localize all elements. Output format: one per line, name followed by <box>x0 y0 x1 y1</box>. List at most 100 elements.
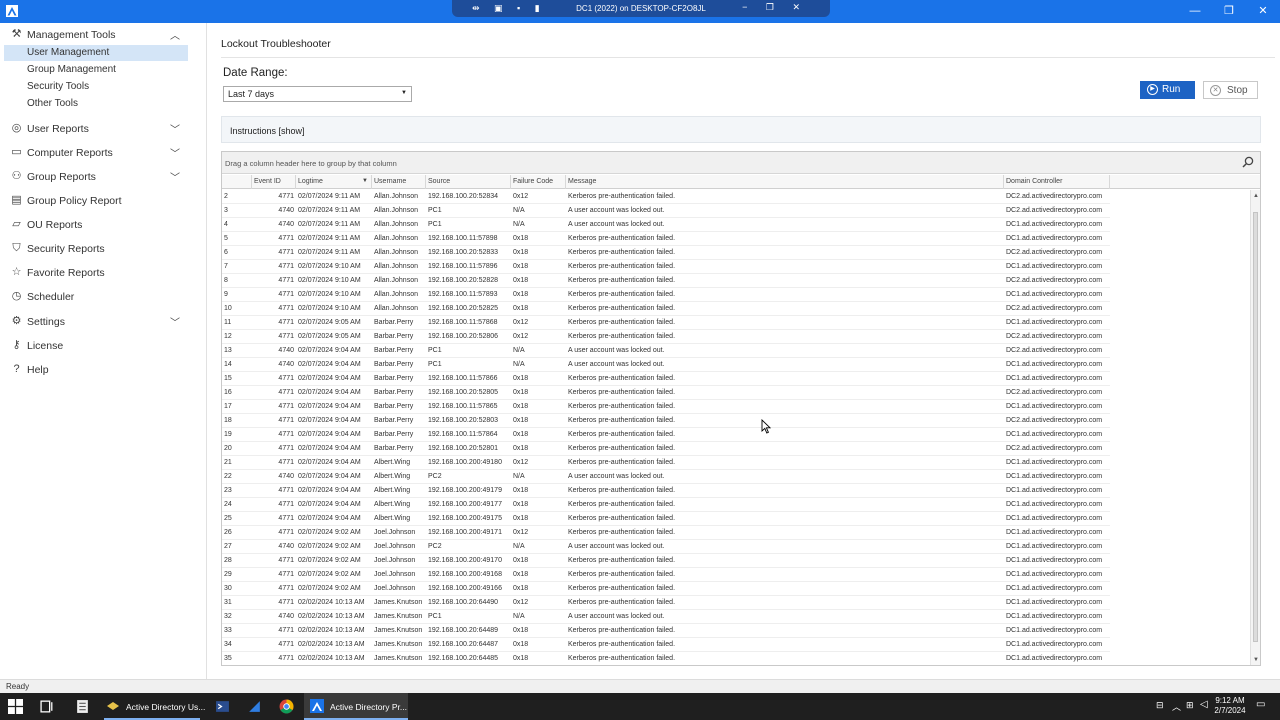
ethernet-icon[interactable]: ⊞ <box>1186 700 1194 711</box>
taskbar-active-directory-pro[interactable]: Active Directory Pr... <box>304 693 408 720</box>
table-row[interactable]: 7 4771 02/07/2024 9:10 AM Allan.Johnson 192.… <box>222 260 1110 274</box>
table-row[interactable]: 26 4771 02/07/2024 9:02 AM Joel.Johnson 192.… <box>222 526 1110 540</box>
table-row[interactable]: 25 4771 02/07/2024 9:04 AM Albert.Wing 192.1… <box>222 512 1110 526</box>
table-row[interactable]: 31 4771 02/02/2024 10:13 AM James.Knutson 19… <box>222 596 1110 610</box>
cell-row-number: 28 <box>224 557 232 564</box>
table-row[interactable]: 29 4771 02/07/2024 9:02 AM Joel.Johnson 192.… <box>222 568 1110 582</box>
nav-user-reports[interactable]: ◎ User Reports ﹀ <box>0 117 195 141</box>
group-by-panel[interactable]: Drag a column header here to group by th… <box>222 152 1260 174</box>
nav-management-tools[interactable]: ⚒ Management Tools ︿ <box>0 23 195 47</box>
taskbar-powershell[interactable] <box>210 693 236 720</box>
maximize-button[interactable]: ❐ <box>1212 0 1246 23</box>
table-row[interactable]: 23 4771 02/07/2024 9:04 AM Albert.Wing 192.1… <box>222 484 1110 498</box>
instructions-panel[interactable]: Instructions [show] <box>221 116 1261 143</box>
table-row[interactable]: 14 4740 02/07/2024 9:04 AM Barbar.Perry PC1 N… <box>222 358 1110 372</box>
run-button[interactable]: ▶ Run <box>1140 81 1195 99</box>
task-view-button[interactable] <box>34 693 62 720</box>
nav-computer-reports[interactable]: ▭ Computer Reports ﹀ <box>0 141 195 165</box>
vertical-scrollbar[interactable]: ▲ ▼ <box>1250 190 1260 665</box>
minimize-button[interactable]: — <box>1178 0 1212 23</box>
table-row[interactable]: 19 4771 02/07/2024 9:04 AM Barbar.Perry 192.… <box>222 428 1110 442</box>
cell-message: Kerberos pre-authentication failed. <box>568 277 676 284</box>
table-row[interactable]: 22 4740 02/07/2024 9:04 AM Albert.Wing PC2 N/… <box>222 470 1110 484</box>
table-row[interactable]: 24 4771 02/07/2024 9:04 AM Albert.Wing 192.1… <box>222 498 1110 512</box>
taskbar-server-manager[interactable] <box>242 693 268 720</box>
header-event-id[interactable]: Event ID <box>252 175 296 189</box>
table-row[interactable]: 21 4771 02/07/2024 9:04 AM Albert.Wing 192.1… <box>222 456 1110 470</box>
table-row[interactable]: 9 4771 02/07/2024 9:10 AM Allan.Johnson 192.… <box>222 288 1110 302</box>
scrollbar-thumb[interactable] <box>1253 212 1258 642</box>
clock[interactable]: 9:12 AM 2/7/2024 <box>1208 696 1252 716</box>
chevron-down-icon[interactable]: ﹀ <box>170 121 180 136</box>
table-row[interactable]: 3 4740 02/07/2024 9:11 AM Allan.Johnson PC1 N… <box>222 204 1110 218</box>
table-row[interactable]: 20 4771 02/07/2024 9:04 AM Barbar.Perry 192.… <box>222 442 1110 456</box>
table-row[interactable]: 35 4771 02/02/2024 10:13 AM James.Knutson 19… <box>222 652 1110 665</box>
cell-event-id: 4771 <box>278 571 294 578</box>
table-row[interactable]: 28 4771 02/07/2024 9:02 AM Joel.Johnson 192.… <box>222 554 1110 568</box>
close-button[interactable]: ✕ <box>1246 0 1280 23</box>
nav-license[interactable]: ⚷ License <box>0 334 195 358</box>
table-row[interactable]: 15 4771 02/07/2024 9:04 AM Barbar.Perry 192.… <box>222 372 1110 386</box>
nav-ou-reports[interactable]: ▱ OU Reports <box>0 213 195 237</box>
chevron-down-icon[interactable]: ﹀ <box>170 169 180 184</box>
table-row[interactable]: 32 4740 02/02/2024 10:13 AM James.Knutson PC… <box>222 610 1110 624</box>
network-tray-icon[interactable]: ⊟ <box>1156 700 1164 711</box>
stop-button[interactable]: ✕ Stop <box>1203 81 1258 99</box>
cell-source: PC2 <box>428 473 442 480</box>
table-row[interactable]: 33 4771 02/02/2024 10:13 AM James.Knutson 19… <box>222 624 1110 638</box>
header-failure-code[interactable]: Failure Code <box>511 175 566 189</box>
table-row[interactable]: 18 4771 02/07/2024 9:04 AM Barbar.Perry 192.… <box>222 414 1110 428</box>
table-row[interactable]: 34 4771 02/02/2024 10:13 AM James.Knutson 19… <box>222 638 1110 652</box>
notification-icon[interactable]: ▭ <box>1256 699 1265 710</box>
nav-label: Group Reports <box>27 171 96 183</box>
header-source[interactable]: Source <box>426 175 511 189</box>
table-row[interactable]: 6 4771 02/07/2024 9:11 AM Allan.Johnson 192.… <box>222 246 1110 260</box>
table-row[interactable]: 27 4740 02/07/2024 9:02 AM Joel.Johnson PC2 N… <box>222 540 1110 554</box>
table-row[interactable]: 5 4771 02/07/2024 9:11 AM Allan.Johnson 192.… <box>222 232 1110 246</box>
date-range-select[interactable]: Last 7 days ▼ <box>223 86 412 102</box>
show-hidden-icon[interactable]: ︿ <box>1172 700 1181 713</box>
nav-group-policy-report[interactable]: ▤ Group Policy Report <box>0 189 195 213</box>
nav-group-reports[interactable]: ⚇ Group Reports ﹀ <box>0 165 195 189</box>
cell-logtime: 02/07/2024 9:02 AM <box>298 529 361 536</box>
nav-settings[interactable]: ⚙ Settings ﹀ <box>0 310 195 334</box>
scroll-up-icon[interactable]: ▲ <box>1253 193 1259 199</box>
chevron-down-icon[interactable]: ﹀ <box>170 145 180 160</box>
header-logtime[interactable]: Logtime ▼ <box>296 175 372 189</box>
taskbar-active-directory-users[interactable]: Active Directory Us... <box>100 693 205 720</box>
chevron-down-icon[interactable]: ﹀ <box>170 314 180 329</box>
table-row[interactable]: 17 4771 02/07/2024 9:04 AM Barbar.Perry 192.… <box>222 400 1110 414</box>
volume-icon[interactable]: ◁ <box>1200 699 1208 710</box>
header-domain-controller[interactable]: Domain Controller <box>1004 175 1110 189</box>
cell-row-number: 10 <box>224 305 232 312</box>
start-button[interactable] <box>0 693 30 720</box>
nav-help[interactable]: ? Help <box>0 358 195 382</box>
nav-security-reports[interactable]: ⛉ Security Reports <box>0 237 195 261</box>
taskbar-chrome[interactable] <box>274 693 300 720</box>
table-row[interactable]: 30 4771 02/07/2024 9:02 AM Joel.Johnson 192.… <box>222 582 1110 596</box>
table-row[interactable]: 16 4771 02/07/2024 9:04 AM Barbar.Perry 192.… <box>222 386 1110 400</box>
sub-item-group-management[interactable]: Group Management <box>4 62 188 78</box>
remote-window-controls[interactable]: − ❐ ✕ <box>742 2 808 13</box>
cell-event-id: 4771 <box>278 375 294 382</box>
table-row[interactable]: 10 4771 02/07/2024 9:10 AM Allan.Johnson 192… <box>222 302 1110 316</box>
taskbar-notepad[interactable] <box>68 693 98 720</box>
header-username[interactable]: Username <box>372 175 426 189</box>
scroll-down-icon[interactable]: ▼ <box>1253 657 1259 663</box>
table-row[interactable]: 8 4771 02/07/2024 9:10 AM Allan.Johnson 192.… <box>222 274 1110 288</box>
search-icon[interactable] <box>1242 156 1254 168</box>
sub-item-security-tools[interactable]: Security Tools <box>4 79 188 95</box>
sub-item-user-management[interactable]: User Management <box>4 45 188 61</box>
nav-favorite-reports[interactable]: ☆ Favorite Reports <box>0 261 195 285</box>
instructions-toggle[interactable]: Instructions [show] <box>230 126 305 136</box>
cell-logtime: 02/07/2024 9:02 AM <box>298 557 361 564</box>
chevron-up-icon[interactable]: ︿ <box>170 27 180 42</box>
nav-scheduler[interactable]: ◷ Scheduler <box>0 285 195 309</box>
table-row[interactable]: 13 4740 02/07/2024 9:04 AM Barbar.Perry PC1 N… <box>222 344 1110 358</box>
table-row[interactable]: 2 4771 02/07/2024 9:11 AM Allan.Johnson 192.… <box>222 190 1110 204</box>
table-row[interactable]: 12 4771 02/07/2024 9:05 AM Barbar.Perry 192.… <box>222 330 1110 344</box>
sub-item-other-tools[interactable]: Other Tools <box>4 96 188 112</box>
table-row[interactable]: 11 4771 02/07/2024 9:05 AM Barbar.Perry 192.… <box>222 316 1110 330</box>
table-row[interactable]: 4 4740 02/07/2024 9:11 AM Allan.Johnson PC1 N… <box>222 218 1110 232</box>
header-message[interactable]: Message <box>566 175 1004 189</box>
